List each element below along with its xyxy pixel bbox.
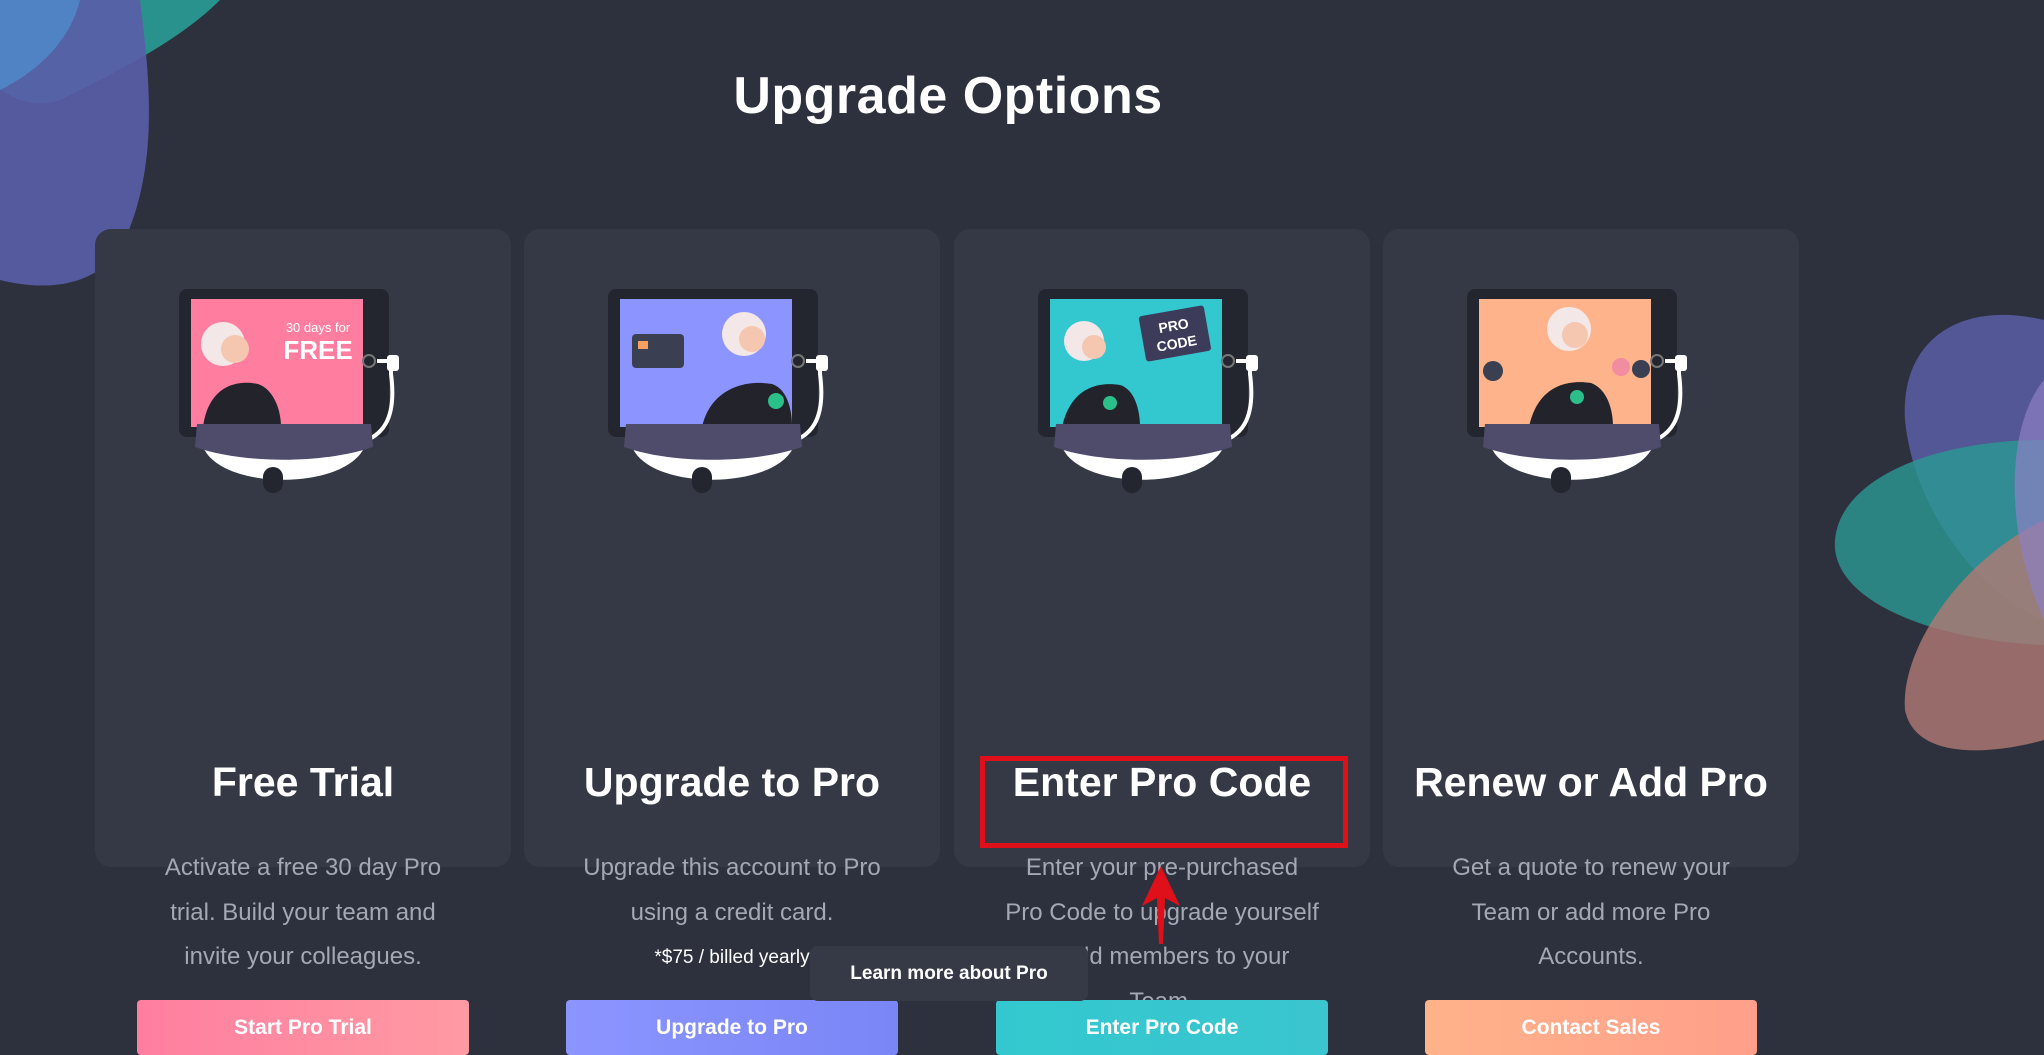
free-trial-card: 30 days for FREE Free Trial Activate a f…	[95, 229, 511, 1055]
screen-text-top: 30 days for	[286, 320, 351, 335]
card-title: Renew or Add Pro	[1414, 759, 1768, 805]
enter-pro-code-illustration: PRO CODE	[1038, 289, 1258, 493]
learn-more-button[interactable]: Learn more about Pro	[810, 946, 1088, 1001]
arrow-up-icon	[1142, 866, 1180, 944]
free-trial-illustration: 30 days for FREE	[179, 289, 399, 493]
contact-sales-button[interactable]: Contact Sales	[1425, 1000, 1757, 1055]
card-title: Upgrade to Pro	[583, 759, 881, 805]
upgrade-to-pro-button[interactable]: Upgrade to Pro	[566, 1000, 898, 1055]
enter-pro-code-button[interactable]: Enter Pro Code	[996, 1000, 1328, 1055]
card-description: Get a quote to renew your Team or add mo…	[1452, 854, 1730, 970]
card-description: Activate a free 30 day Pro trial. Build …	[164, 854, 442, 970]
card-title: Free Trial	[211, 759, 395, 805]
card-description: Upgrade this account to Pro using a cred…	[583, 854, 881, 926]
highlight-box	[980, 756, 1348, 848]
upgrade-to-pro-card: Upgrade to Pro Upgrade this account to P…	[524, 229, 940, 1055]
renew-or-add-pro-illustration	[1467, 289, 1687, 493]
upgrade-to-pro-illustration	[608, 289, 828, 493]
page-title: Upgrade Options	[733, 67, 1163, 125]
screen-text-main: FREE	[283, 335, 352, 365]
renew-or-add-pro-card: Renew or Add Pro Get a quote to renew yo…	[1383, 229, 1799, 1055]
start-pro-trial-button[interactable]: Start Pro Trial	[137, 1000, 469, 1055]
